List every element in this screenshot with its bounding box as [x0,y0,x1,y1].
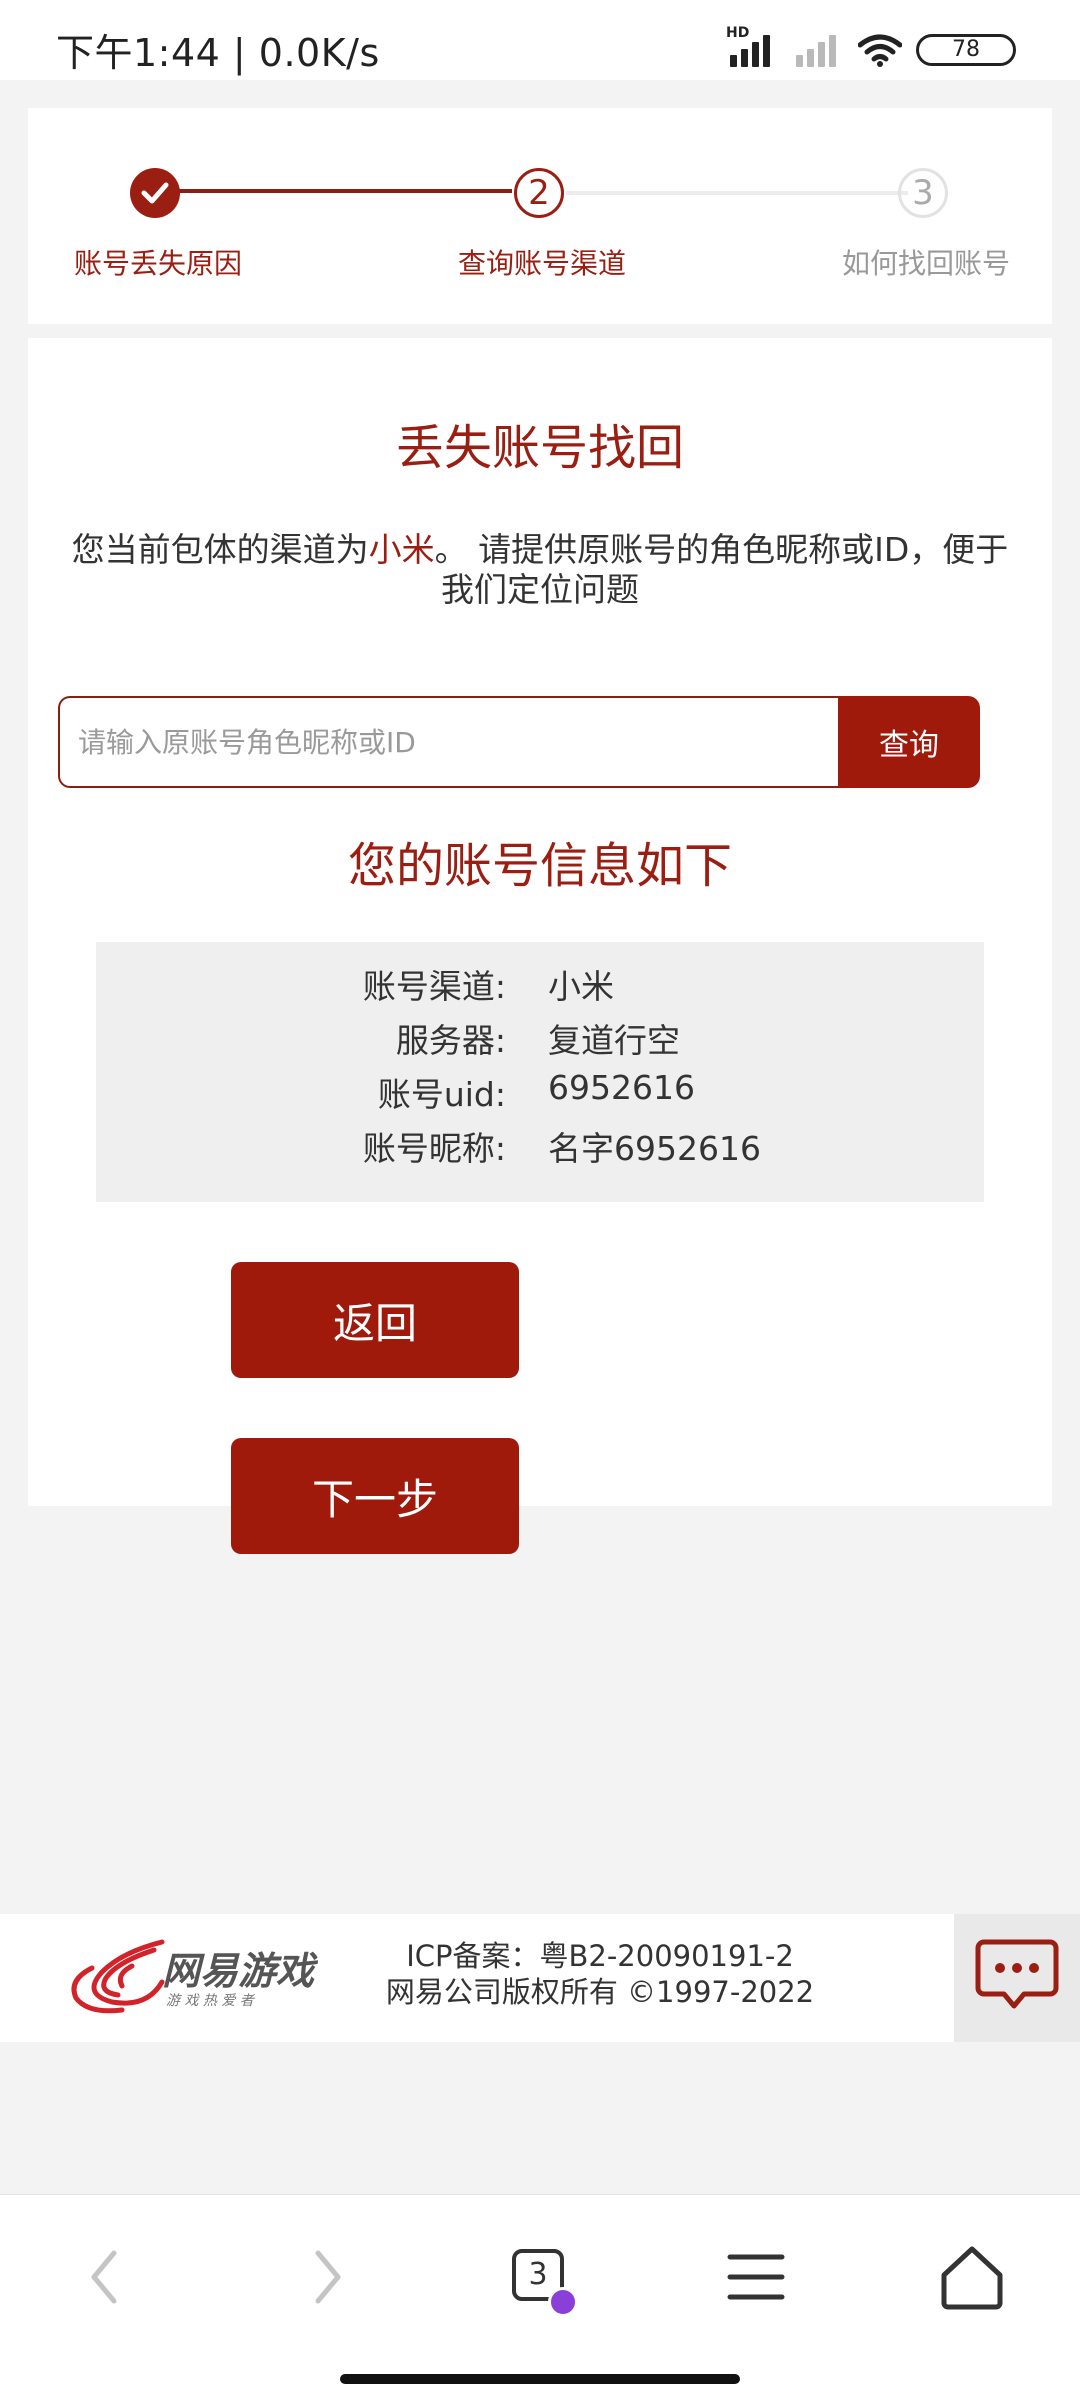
steps-progress: 2 3 账号丢失原因 查询账号渠道 如何找回账号 [28,108,1052,324]
info-key: 账号uid: [377,1075,506,1114]
info-row-nickname: 账号昵称: 名字6952616 [96,1114,984,1168]
step-line-done [156,189,512,193]
step-1-label: 账号丢失原因 [74,247,243,280]
step-2-label: 查询账号渠道 [458,247,627,280]
info-value: 复道行空 [548,1021,680,1060]
status-time: 下午1:44 | 0.0K/s [56,31,380,75]
info-value: 小米 [548,967,614,1006]
info-key: 账号昵称: [362,1129,506,1168]
chevron-right-icon [315,2250,341,2304]
step-3-number: 3 [898,168,948,218]
search-bar: 查询 [58,696,1008,788]
footer: 网易游戏 游 戏 热 爱 者 ICP备案：粤B2-20090191-2 网易公司… [0,1914,1080,2042]
info-value: 6952616 [548,1068,695,1107]
chat-button[interactable] [954,1914,1080,2042]
step-1-check-icon [130,168,180,218]
search-button[interactable]: 查询 [838,696,980,788]
recovery-card: 丢失账号找回 您当前包体的渠道为小米。 请提供原账号的角色昵称或ID，便于我们定… [28,338,1052,1506]
step-3-label: 如何找回账号 [842,247,1011,280]
info-title: 您的账号信息如下 [347,838,732,894]
next-step-button[interactable]: 下一步 [231,1438,519,1554]
back-button[interactable]: 返回 [231,1262,519,1378]
forward-nav-button[interactable] [286,2237,366,2317]
menu-button[interactable] [716,2237,796,2317]
netease-games-logo: 网易游戏 游 戏 热 爱 者 [62,1932,322,2022]
home-button[interactable] [932,2237,1012,2317]
account-info-box: 账号渠道: 小米 服务器: 复道行空 账号uid: 6952616 账号昵称: … [96,942,984,1202]
signal-2-no-service-icon [792,33,844,67]
desc-channel: 小米 [368,530,435,569]
logo-tagline: 游 戏 热 爱 者 [166,1993,254,2009]
info-key: 服务器: [395,1021,506,1060]
info-row-channel: 账号渠道: 小米 [96,952,984,1006]
wifi-icon [858,34,902,67]
info-value: 名字6952616 [548,1129,761,1168]
step-2-number: 2 [514,168,564,218]
desc-suffix: 。 请提供原账号的角色昵称或ID，便于我们定位问题 [434,530,1009,609]
channel-description: 您当前包体的渠道为小米。 请提供原账号的角色昵称或ID，便于我们定位问题 [68,530,1012,610]
hd-label: HD [726,25,750,41]
page-title: 丢失账号找回 [395,420,684,476]
search-input[interactable] [58,696,838,788]
home-indicator[interactable] [340,2374,740,2384]
signal-icon: HD [726,25,778,67]
chevron-left-icon [91,2250,117,2304]
menu-icon [727,2254,785,2300]
step-line-pending [566,191,908,195]
status-bar: 下午1:44 | 0.0K/s HD 78 [0,0,1080,80]
footer-text: ICP备案：粤B2-20090191-2 网易公司版权所有 ©1997-2022 [340,1938,860,2010]
back-nav-button[interactable] [66,2237,146,2317]
logo-text: 网易游戏 [162,1949,315,1993]
tabs-button[interactable]: 3 [500,2237,580,2317]
status-icons: HD 78 [726,25,1016,72]
info-row-uid: 账号uid: 6952616 [96,1060,984,1114]
home-icon [941,2246,1003,2310]
battery-indicator: 78 [916,34,1016,66]
info-row-server: 服务器: 复道行空 [96,1006,984,1060]
info-key: 账号渠道: [362,967,506,1006]
icp-record: ICP备案：粤B2-20090191-2 [406,1939,794,1973]
incognito-mask-icon [548,2287,578,2317]
desc-prefix: 您当前包体的渠道为 [71,530,369,569]
chat-bubble-icon [975,1939,1059,2009]
browser-toolbar: 3 [0,2194,1080,2401]
copyright: 网易公司版权所有 ©1997-2022 [385,1975,815,2009]
